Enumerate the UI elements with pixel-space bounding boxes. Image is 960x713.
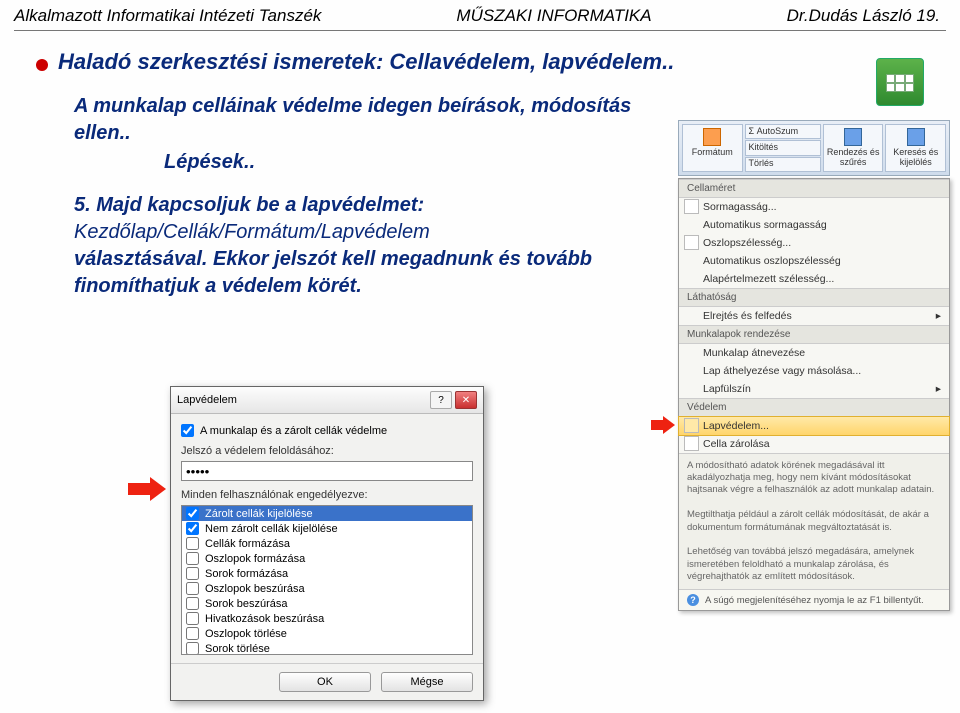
item-tab-color[interactable]: Lapfülszín▸	[679, 380, 949, 398]
permission-option[interactable]: Hivatkozások beszúrása	[182, 611, 472, 626]
ribbon-find-select[interactable]: Keresés és kijelölés	[885, 124, 946, 172]
password-input[interactable]	[181, 461, 473, 481]
ribbon-fill[interactable]: Kitöltés	[745, 140, 821, 155]
header-left: Alkalmazott Informatikai Intézeti Tanszé…	[14, 6, 321, 26]
permission-checkbox[interactable]	[186, 567, 199, 580]
permission-label: Hivatkozások beszúrása	[205, 613, 324, 625]
item-col-width[interactable]: Oszlopszélesség...	[679, 234, 949, 252]
title-line: Haladó szerkesztési ismeretek: Cellavéde…	[36, 49, 960, 75]
bullet-icon	[36, 59, 48, 71]
step-5: 5. Majd kapcsoljuk be a lapvédelmet: Kez…	[74, 192, 614, 300]
permission-option[interactable]: Oszlopok formázása	[182, 551, 472, 566]
dialog-title: Lapvédelem	[177, 394, 237, 406]
permission-option[interactable]: Cellák formázása	[182, 536, 472, 551]
ribbon-format-label: Formátum	[692, 148, 733, 158]
permission-label: Oszlopok beszúrása	[205, 583, 305, 595]
protect-sheet-dialog: Lapvédelem ? ✕ A munkalap és a zárolt ce…	[170, 386, 484, 701]
password-label: Jelszó a védelem feloldásához:	[181, 445, 473, 457]
permission-checkbox[interactable]	[186, 507, 199, 520]
checkbox-input[interactable]	[181, 424, 194, 437]
ok-button[interactable]: OK	[279, 672, 371, 692]
permission-checkbox[interactable]	[186, 582, 199, 595]
permission-option[interactable]: Nem zárolt cellák kijelölése	[182, 521, 472, 536]
permission-checkbox[interactable]	[186, 537, 199, 550]
help-button[interactable]: ?	[430, 391, 452, 409]
permission-checkbox[interactable]	[186, 552, 199, 565]
ribbon-buttons: Formátum Σ AutoSzum Kitöltés Törlés Rend…	[678, 120, 950, 176]
section-protection: Védelem	[679, 398, 949, 417]
pointer-arrow-icon	[651, 416, 675, 434]
checkbox-protect-contents[interactable]: A munkalap és a zárolt cellák védelme	[181, 424, 473, 437]
item-auto-col-width[interactable]: Automatikus oszlopszélesség	[679, 252, 949, 270]
item-rename-sheet[interactable]: Munkalap átnevezése	[679, 344, 949, 362]
tooltip-description: A módosítható adatok körének megadásával…	[679, 453, 949, 589]
permission-checkbox[interactable]	[186, 612, 199, 625]
ribbon-autosum[interactable]: Σ AutoSzum	[745, 124, 821, 139]
slide-title: Haladó szerkesztési ismeretek: Cellavéde…	[58, 49, 674, 75]
permission-checkbox[interactable]	[186, 642, 199, 655]
permission-label: Oszlopok törlése	[205, 628, 287, 640]
item-hide-unhide[interactable]: Elrejtés és felfedés▸	[679, 307, 949, 325]
permission-label: Zárolt cellák kijelölése	[205, 508, 313, 520]
permission-label: Cellák formázása	[205, 538, 290, 550]
permission-label: Oszlopok formázása	[205, 553, 305, 565]
ribbon-sort-filter[interactable]: Rendezés és szűrés	[823, 124, 884, 172]
help-icon: ?	[687, 594, 699, 606]
permission-option[interactable]: Sorok formázása	[182, 566, 472, 581]
item-auto-row-height[interactable]: Automatikus sormagasság	[679, 216, 949, 234]
intro-text: A munkalap celláinak védelme idegen beír…	[74, 95, 631, 144]
ribbon-format-button[interactable]: Formátum	[682, 124, 743, 172]
cancel-button[interactable]: Mégse	[381, 672, 473, 692]
close-button[interactable]: ✕	[455, 391, 477, 409]
permission-option[interactable]: Sorok törlése	[182, 641, 472, 655]
tooltip-footer: ? A súgó megjelenítéséhez nyomja le az F…	[679, 589, 949, 610]
step5-number: 5.	[74, 194, 91, 216]
steps-label: Lépések..	[164, 149, 634, 176]
permission-label: Sorok formázása	[205, 568, 288, 580]
allow-label: Minden felhasználónak engedélyezve:	[181, 489, 473, 501]
permission-option[interactable]: Zárolt cellák kijelölése	[182, 506, 472, 521]
intro-block: A munkalap celláinak védelme idegen beír…	[74, 93, 634, 176]
section-sheets: Munkalapok rendezése	[679, 325, 949, 344]
step5-menu-path: Kezdőlap/Cellák/Formátum/Lapvédelem	[74, 221, 430, 243]
item-row-height[interactable]: Sormagasság...	[679, 198, 949, 216]
item-protect-sheet[interactable]: Lapvédelem...	[678, 416, 950, 436]
permission-option[interactable]: Sorok beszúrása	[182, 596, 472, 611]
section-visibility: Láthatóság	[679, 288, 949, 307]
permission-checkbox[interactable]	[186, 597, 199, 610]
slide-header: Alkalmazott Informatikai Intézeti Tanszé…	[0, 0, 960, 28]
excel-icon	[876, 58, 924, 106]
permissions-listbox[interactable]: Zárolt cellák kijelölése Nem zárolt cellá…	[181, 505, 473, 655]
step5-text-b: választásával. Ekkor jelszót kell megadn…	[74, 248, 592, 297]
format-dropdown: Cellaméret Sormagasság... Automatikus so…	[678, 178, 950, 611]
item-default-width[interactable]: Alapértelmezett szélesség...	[679, 270, 949, 288]
section-cellsize: Cellaméret	[679, 179, 949, 198]
header-center: MŰSZAKI INFORMATIKA	[456, 6, 651, 26]
step5-text-a: Majd kapcsoljuk be a lapvédelmet:	[96, 194, 424, 216]
dialog-titlebar: Lapvédelem ? ✕	[171, 387, 483, 414]
permission-option[interactable]: Oszlopok beszúrása	[182, 581, 472, 596]
pointer-arrow-icon	[128, 477, 168, 501]
item-move-copy-sheet[interactable]: Lap áthelyezése vagy másolása...	[679, 362, 949, 380]
permission-label: Nem zárolt cellák kijelölése	[205, 523, 338, 535]
permission-checkbox[interactable]	[186, 522, 199, 535]
permission-option[interactable]: Oszlopok törlése	[182, 626, 472, 641]
item-lock-cell[interactable]: Cella zárolása	[679, 435, 949, 453]
permission-label: Sorok beszúrása	[205, 598, 288, 610]
header-right: Dr.Dudás László 19.	[787, 6, 940, 26]
format-dropdown-panel: Formátum Σ AutoSzum Kitöltés Törlés Rend…	[678, 120, 950, 611]
permission-label: Sorok törlése	[205, 643, 270, 655]
permission-checkbox[interactable]	[186, 627, 199, 640]
ribbon-clear[interactable]: Törlés	[745, 157, 821, 172]
